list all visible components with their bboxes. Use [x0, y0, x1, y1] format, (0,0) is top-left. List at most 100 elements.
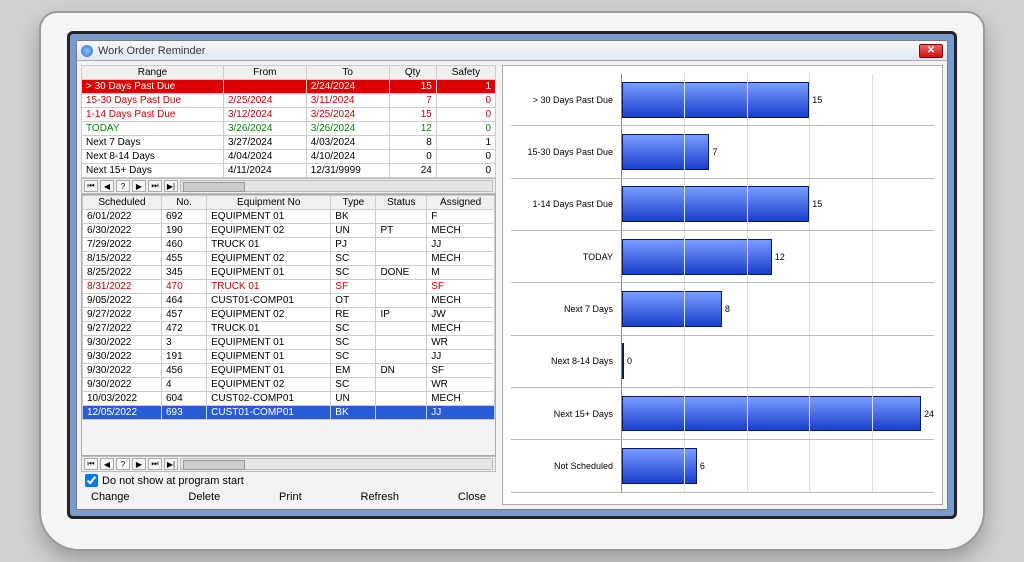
details-scrollbar[interactable] [180, 458, 493, 470]
cell: 9/27/2022 [83, 322, 162, 336]
range-row[interactable]: 1-14 Days Past Due3/12/20243/25/2024150 [82, 108, 496, 122]
range-row[interactable]: Next 7 Days3/27/20244/03/202481 [82, 136, 496, 150]
table-row[interactable]: 9/27/2022472TRUCK 01SCMECH [83, 322, 495, 336]
table-row[interactable]: 6/30/2022190EQUIPMENT 02UNPTMECH [83, 224, 495, 238]
cell: SF [331, 280, 376, 294]
table-row[interactable]: 9/30/20224EQUIPMENT 02SCWR [83, 378, 495, 392]
table-row[interactable]: 9/05/2022464CUST01-COMP01OTMECH [83, 294, 495, 308]
column-header[interactable]: Range [82, 66, 224, 80]
cell: 3/26/2024 [223, 122, 306, 136]
nav-end-icon[interactable]: ▶| [164, 180, 178, 192]
bar-area: 12 [621, 231, 934, 282]
cell: 9/05/2022 [83, 294, 162, 308]
cell: > 30 Days Past Due [82, 80, 224, 94]
table-row[interactable]: 7/29/2022460TRUCK 01PJJJ [83, 238, 495, 252]
table-row[interactable]: 6/01/2022692EQUIPMENT 01BKF [83, 210, 495, 224]
table-row[interactable]: 9/27/2022457EQUIPMENT 02REIPJW [83, 308, 495, 322]
cell: TODAY [82, 122, 224, 136]
range-table: RangeFromToQtySafety > 30 Days Past Due 2… [81, 65, 496, 178]
nav-prev-icon[interactable]: ◀ [100, 180, 114, 192]
cell [376, 252, 427, 266]
column-header[interactable]: Status [376, 196, 427, 210]
nav-first-icon[interactable]: ⏮ [84, 180, 98, 192]
cell: SF [427, 364, 495, 378]
nav-next-icon[interactable]: ▶ [132, 180, 146, 192]
column-header[interactable]: Type [331, 196, 376, 210]
delete-button[interactable]: Delete [188, 491, 220, 503]
cell: 0 [436, 94, 495, 108]
nav-help-icon[interactable]: ? [116, 458, 130, 470]
print-button[interactable]: Print [279, 491, 302, 503]
cell: 12/05/2022 [83, 406, 162, 420]
column-header[interactable]: No. [162, 196, 207, 210]
cell: 6/30/2022 [83, 224, 162, 238]
table-row[interactable]: 12/05/2022693CUST01-COMP01BKJJ [83, 406, 495, 420]
cell: EQUIPMENT 01 [207, 350, 331, 364]
table-row[interactable]: 8/25/2022345EQUIPMENT 01SCDONEM [83, 266, 495, 280]
cell: 8/15/2022 [83, 252, 162, 266]
column-header[interactable]: Assigned [427, 196, 495, 210]
range-row[interactable]: TODAY3/26/20243/26/2024120 [82, 122, 496, 136]
nav-next-icon[interactable]: ▶ [132, 458, 146, 470]
column-header[interactable]: Safety [436, 66, 495, 80]
column-header[interactable]: To [306, 66, 389, 80]
nav-help-icon[interactable]: ? [116, 180, 130, 192]
chart-row: Next 7 Days8 [511, 283, 934, 335]
close-button[interactable]: Close [458, 491, 486, 503]
column-header[interactable]: From [223, 66, 306, 80]
cell: F [427, 210, 495, 224]
cell [376, 210, 427, 224]
chart-bar [622, 448, 697, 484]
cell: 9/30/2022 [83, 364, 162, 378]
range-row[interactable]: 15-30 Days Past Due2/25/20243/11/202470 [82, 94, 496, 108]
cell: 3/11/2024 [306, 94, 389, 108]
cell: EQUIPMENT 01 [207, 210, 331, 224]
nav-last-icon[interactable]: ⏭ [148, 180, 162, 192]
nav-last-icon[interactable]: ⏭ [148, 458, 162, 470]
range-row[interactable]: > 30 Days Past Due2/24/2024151 [82, 80, 496, 94]
cell: MECH [427, 392, 495, 406]
cell: SC [331, 322, 376, 336]
nav-first-icon[interactable]: ⏮ [84, 458, 98, 470]
table-row[interactable]: 9/30/2022456EQUIPMENT 01EMDNSF [83, 364, 495, 378]
bar-area: 6 [621, 440, 934, 491]
change-button[interactable]: Change [91, 491, 130, 503]
column-header[interactable]: Qty [389, 66, 436, 80]
table-row[interactable]: 8/31/2022470TRUCK 01SFSF [83, 280, 495, 294]
table-row[interactable]: 10/03/2022604CUST02-COMP01UNMECH [83, 392, 495, 406]
nav-end-icon[interactable]: ▶| [164, 458, 178, 470]
cell: 4/04/2024 [223, 150, 306, 164]
chart-category-label: TODAY [511, 252, 621, 262]
cell: CUST01-COMP01 [207, 406, 331, 420]
close-icon[interactable]: ✕ [919, 44, 943, 58]
table-row[interactable]: 9/30/2022191EQUIPMENT 01SCJJ [83, 350, 495, 364]
cell: 191 [162, 350, 207, 364]
cell: 692 [162, 210, 207, 224]
cell: 0 [389, 150, 436, 164]
cell: TRUCK 01 [207, 280, 331, 294]
cell: 7/29/2022 [83, 238, 162, 252]
table-row[interactable]: 8/15/2022455EQUIPMENT 02SCMECH [83, 252, 495, 266]
cell: RE [331, 308, 376, 322]
cell: EQUIPMENT 02 [207, 252, 331, 266]
range-scrollbar[interactable] [180, 180, 493, 192]
refresh-button[interactable]: Refresh [361, 491, 400, 503]
bar-area: 8 [621, 283, 934, 334]
range-navigator: ⏮ ◀ ? ▶ ⏭ ▶| [81, 178, 496, 194]
column-header[interactable]: Equipment No [207, 196, 331, 210]
nav-prev-icon[interactable]: ◀ [100, 458, 114, 470]
action-bar: Change Delete Print Refresh Close [81, 489, 496, 505]
do-not-show-checkbox[interactable] [85, 474, 98, 487]
cell: JJ [427, 406, 495, 420]
cell [376, 280, 427, 294]
range-row[interactable]: Next 8-14 Days4/04/20244/10/202400 [82, 150, 496, 164]
cell: 2/24/2024 [306, 80, 389, 94]
cell: UN [331, 224, 376, 238]
range-row[interactable]: Next 15+ Days4/11/202412/31/9999240 [82, 164, 496, 178]
table-row[interactable]: 9/30/20223EQUIPMENT 01SCWR [83, 336, 495, 350]
column-header[interactable]: Scheduled [83, 196, 162, 210]
cell: 0 [436, 164, 495, 178]
chart-bar [622, 239, 772, 275]
titlebar[interactable]: Work Order Reminder ✕ [77, 41, 947, 61]
cell: 4/10/2024 [306, 150, 389, 164]
